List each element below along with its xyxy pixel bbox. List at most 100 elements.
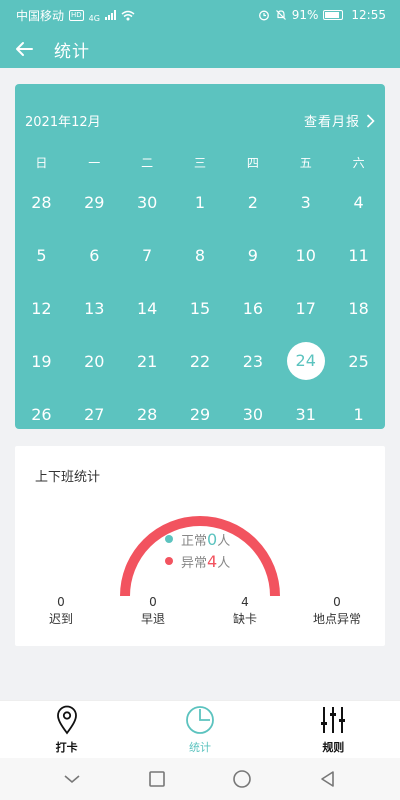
calendar-day[interactable]: 9 [226,241,279,294]
calendar-day[interactable]: 13 [68,294,121,347]
calendar-day-number: 14 [136,299,158,318]
calendar-day[interactable]: 5 [15,241,68,294]
calendar-day[interactable]: 29 [68,188,121,241]
calendar-day[interactable]: 2 [226,188,279,241]
carrier-label: 中国移动 [16,8,65,23]
calendar-card: 2021年12月 查看月报 日 一 二 三 四 五 六 28 29 30 1 2 3 4 5 6… [15,84,385,429]
calendar-week-row: 28 29 30 1 2 3 4 [15,188,385,241]
calendar-day-number: 24 [286,342,325,380]
monthly-report-link[interactable]: 查看月报 [304,111,375,130]
normal-count: 0 [207,529,218,549]
calendar-day[interactable]: 23 [226,347,279,400]
circle-home-icon[interactable] [232,769,252,789]
calendar-day-number: 11 [348,246,369,265]
calendar-day-number: 6 [89,246,100,265]
status-bar: 中国移动 HD 4G 91% 12:55 [0,0,400,30]
weekday-label: 四 [246,156,259,170]
title-bar: 统计 [0,30,400,68]
stat-label: 缺卡 [232,612,257,626]
triangle-back-icon[interactable] [319,770,337,788]
calendar-day-number: 18 [348,299,369,318]
calendar-day[interactable]: 12 [15,294,68,347]
network-label: 4G [88,13,100,23]
stat-missing-card[interactable]: 4 缺卡 [199,594,291,628]
calendar-day[interactable]: 19 [15,347,68,400]
stat-early-leave[interactable]: 0 早退 [107,594,199,628]
legend-normal: 正常 0 人 [165,528,230,550]
signal-icon [104,10,116,20]
monthly-report-label: 查看月报 [303,115,360,130]
calendar-day-number: 30 [242,405,264,424]
wifi-icon [121,10,135,20]
calendar-day[interactable]: 14 [121,294,174,347]
battery-icon [323,10,344,20]
abnormal-count: 4 [207,551,218,571]
calendar-day-number: 19 [31,352,52,371]
abnormal-label: 异常 [181,555,208,571]
nav-label: 打卡 [55,741,78,754]
nav-item-clock-in[interactable]: 打卡 [0,701,133,758]
stat-value: 4 [241,595,249,609]
clock-time: 12:55 [351,8,386,22]
calendar-day-number: 25 [348,352,369,371]
abnormal-dot [165,557,173,565]
calendar-day-number: 16 [242,299,264,318]
calendar-day[interactable]: 11 [332,241,385,294]
battery-percent: 91% [291,8,319,22]
calendar-month-label: 2021年12月 [25,115,101,130]
calendar-day-selected[interactable]: 24 [279,342,332,400]
weekday-label: 六 [352,156,365,170]
nav-label: 统计 [188,741,211,754]
weekday-label: 二 [141,156,154,170]
calendar-day[interactable]: 17 [279,294,332,347]
system-nav-bar [0,758,400,800]
legend-abnormal: 异常 4 人 [165,550,230,572]
back-button[interactable] [0,30,48,68]
weekday-row: 日 一 二 三 四 五 六 [15,154,385,176]
stat-late[interactable]: 0 迟到 [15,594,107,628]
stat-location-abnormal[interactable]: 0 地点异常 [291,594,383,628]
calendar-day[interactable]: 21 [121,347,174,400]
calendar-day[interactable]: 1 [174,188,227,241]
calendar-day[interactable]: 30 [121,188,174,241]
weekday-label: 五 [299,156,312,170]
chevron-down-icon[interactable] [63,773,81,785]
calendar-day[interactable]: 10 [279,241,332,294]
calendar-day[interactable]: 22 [174,347,227,400]
calendar-day-number: 28 [136,405,158,424]
nav-label: 规则 [322,741,345,754]
calendar-day-number: 12 [31,299,52,318]
attendance-stats-card: 上下班统计 正常 0 人 异常 4 人 0 迟到 0 早退 4 缺卡 0 地点异… [15,446,385,646]
mute-bell-icon [275,10,286,20]
stat-label: 早退 [140,612,165,626]
normal-unit: 人 [217,533,231,549]
calendar-day-number: 10 [295,246,316,265]
normal-dot [165,535,173,543]
square-recents-icon[interactable] [148,770,166,788]
alarm-icon [258,10,269,21]
calendar-day[interactable]: 28 [15,188,68,241]
nav-item-statistics[interactable]: 统计 [133,701,266,758]
stat-items: 0 迟到 0 早退 4 缺卡 0 地点异常 [15,594,385,628]
calendar-day-number: 8 [194,246,206,265]
stat-label: 地点异常 [312,612,361,626]
calendar-day[interactable]: 25 [332,347,385,400]
calendar-day[interactable]: 3 [279,188,332,241]
calendar-week-row: 5 6 7 8 9 10 11 [15,241,385,294]
stat-label: 迟到 [48,612,73,626]
calendar-day-number: 17 [295,299,316,318]
calendar-day[interactable]: 8 [174,241,227,294]
calendar-day-number: 1 [194,193,206,212]
calendar-header: 2021年12月 查看月报 [15,84,385,156]
calendar-day[interactable]: 18 [332,294,385,347]
calendar-day[interactable]: 20 [68,347,121,400]
calendar-day[interactable]: 15 [174,294,227,347]
calendar-day[interactable]: 7 [121,241,174,294]
calendar-day[interactable]: 6 [68,241,121,294]
nav-item-rules[interactable]: 规则 [267,701,400,758]
calendar-day-number: 5 [36,246,47,265]
calendar-day[interactable]: 4 [332,188,385,241]
calendar-day-number: 31 [295,405,316,424]
page-title: 统计 [54,41,90,62]
calendar-day[interactable]: 16 [226,294,279,347]
